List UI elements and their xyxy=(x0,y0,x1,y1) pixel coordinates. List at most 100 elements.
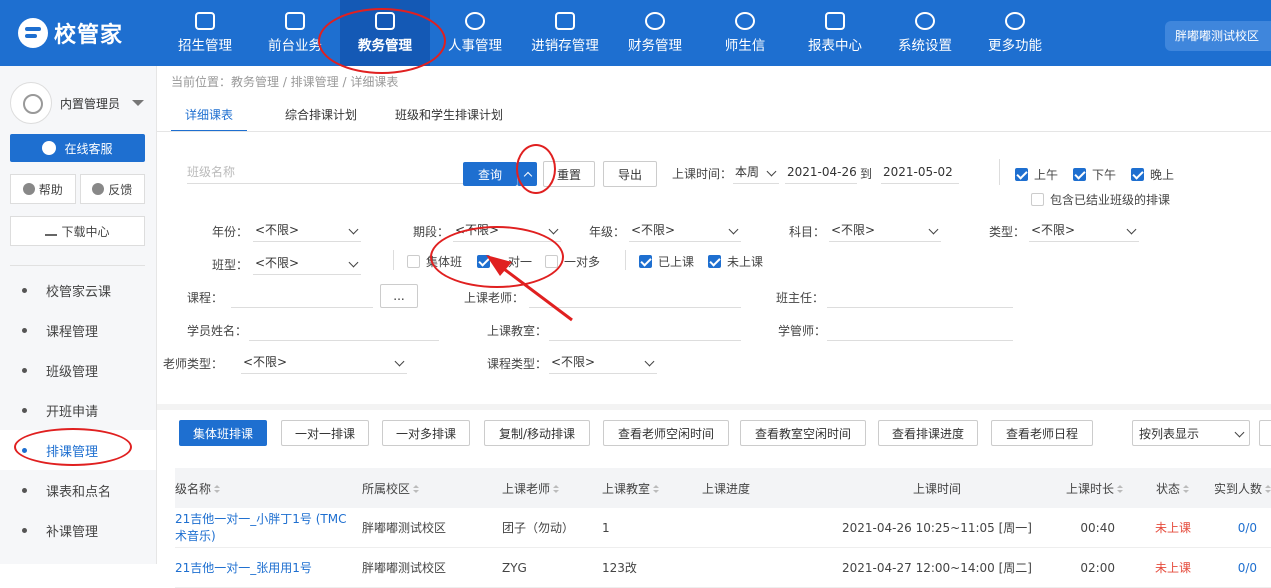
user-menu[interactable]: 内置管理员 xyxy=(10,82,145,124)
grade-label: 年级： xyxy=(589,225,626,239)
teacher-free-time-button[interactable]: 查看老师空闲时间 xyxy=(603,420,729,446)
one-to-many-checkbox[interactable]: 一对多 xyxy=(545,253,600,270)
col-teacher[interactable]: 上课老师 xyxy=(502,480,602,497)
nav-front-desk[interactable]: 前台业务 xyxy=(250,0,340,66)
sidebar-item-class-application[interactable]: 开班申请 xyxy=(0,390,156,430)
col-attendance[interactable]: 实到人数 xyxy=(1195,480,1271,497)
classroom-cell: 123改 xyxy=(602,561,637,575)
nav-academic[interactable]: 教务管理 xyxy=(340,0,430,66)
sidebar-item-courses[interactable]: 课程管理 xyxy=(0,310,156,350)
period-select[interactable]: <不限> xyxy=(453,220,561,242)
download-center-button[interactable]: 下载中心 xyxy=(10,216,145,246)
sidebar-item-timetable[interactable]: 课表和点名 xyxy=(0,470,156,510)
room-free-time-button[interactable]: 查看教室空闲时间 xyxy=(740,420,866,446)
course-input[interactable] xyxy=(231,286,373,308)
sidebar-item-cloud-class[interactable]: 校管家云课 xyxy=(0,270,156,310)
teacher-input[interactable] xyxy=(529,286,741,308)
teacher-type-select[interactable]: <不限> xyxy=(241,352,407,374)
teacher-calendar-button[interactable]: 查看老师日程 xyxy=(991,420,1093,446)
sort-icon xyxy=(653,485,660,493)
include-graduated-checkbox[interactable]: 包含已结业班级的排课 xyxy=(1031,191,1170,208)
classroom-input[interactable] xyxy=(549,319,741,341)
export-button[interactable]: 导出 xyxy=(603,161,657,187)
nav-inventory[interactable]: 进销存管理 xyxy=(520,0,610,66)
help-button[interactable]: 帮助 xyxy=(10,174,76,204)
nav-more[interactable]: 更多功能 xyxy=(970,0,1060,66)
class-name-input[interactable]: 班级名称 xyxy=(187,162,463,184)
expand-toggle-button[interactable] xyxy=(517,162,537,186)
nav-recruitment[interactable]: 招生管理 xyxy=(160,0,250,66)
logo-icon xyxy=(18,18,48,48)
chevron-down-icon xyxy=(728,224,739,235)
chat-bubble-icon xyxy=(42,141,57,155)
col-classroom[interactable]: 上课教室 xyxy=(602,480,702,497)
chevron-down-icon xyxy=(548,224,559,235)
sidebar-item-makeup[interactable]: 补课管理 xyxy=(0,510,156,550)
afternoon-checkbox[interactable]: 下午 xyxy=(1073,166,1116,183)
col-class-name[interactable]: 级名称 xyxy=(175,480,362,497)
date-from-input[interactable]: 2021-04-26 xyxy=(785,162,857,184)
feedback-button[interactable]: 反馈 xyxy=(79,174,145,204)
nav-finance[interactable]: 财务管理 xyxy=(610,0,700,66)
grade-select[interactable]: <不限> xyxy=(629,220,741,242)
nav-hr[interactable]: 人事管理 xyxy=(430,0,520,66)
online-service-button[interactable]: 在线客服 xyxy=(10,134,145,162)
morning-checkbox[interactable]: 上午 xyxy=(1015,166,1058,183)
group-class-checkbox[interactable]: 集体班 xyxy=(407,253,462,270)
course-picker-button[interactable]: ... xyxy=(380,284,418,308)
nav-reports[interactable]: 报表中心 xyxy=(790,0,880,66)
tab-overall-plan[interactable]: 综合排课计划 xyxy=(285,104,357,132)
one-on-one-schedule-button[interactable]: 一对一排课 xyxy=(281,420,369,446)
schedule-progress-button[interactable]: 查看排课进度 xyxy=(878,420,978,446)
chevron-down-icon xyxy=(348,257,359,268)
user-name: 内置管理员 xyxy=(60,96,121,111)
student-input[interactable] xyxy=(249,319,439,341)
sort-icon xyxy=(1117,485,1123,493)
help-row: 帮助 反馈 xyxy=(10,174,145,204)
chat-icon xyxy=(735,12,755,30)
type-label: 类型： xyxy=(989,225,1026,239)
col-duration[interactable]: 上课时长 xyxy=(1037,480,1129,497)
subject-select[interactable]: <不限> xyxy=(829,220,941,242)
sidebar-item-scheduling[interactable]: 排课管理 xyxy=(0,430,156,470)
table-row[interactable]: 21吉他一对一_张用用1号 胖嘟嘟测试校区 ZYG 123改 2021-04-2… xyxy=(175,548,1271,588)
head-teacher-input[interactable] xyxy=(827,286,1013,308)
main-content: 当前位置：教务管理 / 排课管理 / 详细课表 详细课表 综合排课计划 班级和学… xyxy=(157,66,1271,588)
type-select[interactable]: <不限> xyxy=(1029,220,1139,242)
course-type-select[interactable]: <不限> xyxy=(549,352,657,374)
more-options-button[interactable] xyxy=(1259,420,1271,446)
class-name-link[interactable]: 21吉他一对一_小胖丁1号 (TMC 术音乐) xyxy=(175,511,362,545)
campus-switcher[interactable]: 胖嘟嘟测试校区 xyxy=(1164,21,1271,51)
attendance-cell[interactable]: 0/0 xyxy=(1195,521,1271,535)
time-range-select[interactable]: 本周 xyxy=(733,162,779,184)
date-to-input[interactable]: 2021-05-02 xyxy=(881,162,959,184)
not-attended-checkbox[interactable]: 未上课 xyxy=(708,253,763,270)
main-nav: 招生管理 前台业务 教务管理 人事管理 进销存管理 财务管理 师生信 报表中心 … xyxy=(160,0,1060,66)
nav-settings[interactable]: 系统设置 xyxy=(880,0,970,66)
sidebar-item-classes[interactable]: 班级管理 xyxy=(0,350,156,390)
evening-checkbox[interactable]: 晚上 xyxy=(1131,166,1174,183)
query-button[interactable]: 查询 xyxy=(463,162,517,186)
attendance-cell[interactable]: 0/0 xyxy=(1195,561,1271,575)
class-type-select[interactable]: <不限> xyxy=(253,253,361,275)
view-mode-select[interactable]: 按列表显示 xyxy=(1132,420,1250,446)
tab-detailed-schedule[interactable]: 详细课表 xyxy=(171,104,248,132)
one-to-many-schedule-button[interactable]: 一对多排课 xyxy=(382,420,470,446)
col-status[interactable]: 状态 xyxy=(1129,480,1195,497)
more-icon xyxy=(1005,12,1025,30)
logo[interactable]: 校管家 xyxy=(18,18,123,48)
reset-button[interactable]: 重置 xyxy=(543,161,595,187)
one-on-one-checkbox[interactable]: 一对一 xyxy=(477,253,532,270)
copy-move-button[interactable]: 复制/移动排课 xyxy=(484,420,590,446)
separator xyxy=(625,250,626,270)
class-name-link[interactable]: 21吉他一对一_张用用1号 xyxy=(175,559,362,576)
col-campus[interactable]: 所属校区 xyxy=(362,480,502,497)
attended-checkbox[interactable]: 已上课 xyxy=(639,253,694,270)
academic-input[interactable] xyxy=(827,319,1013,341)
year-select[interactable]: <不限> xyxy=(253,220,361,242)
table-row[interactable]: 21吉他一对一_小胖丁1号 (TMC 术音乐) 胖嘟嘟测试校区 团子（勿动） 1 … xyxy=(175,508,1271,548)
time-cell: 2021-04-27 12:00~14:00 [周二] xyxy=(842,561,1032,575)
group-schedule-button[interactable]: 集体班排课 xyxy=(179,420,267,446)
tab-class-student-plan[interactable]: 班级和学生排课计划 xyxy=(395,104,503,132)
nav-messages[interactable]: 师生信 xyxy=(700,0,790,66)
